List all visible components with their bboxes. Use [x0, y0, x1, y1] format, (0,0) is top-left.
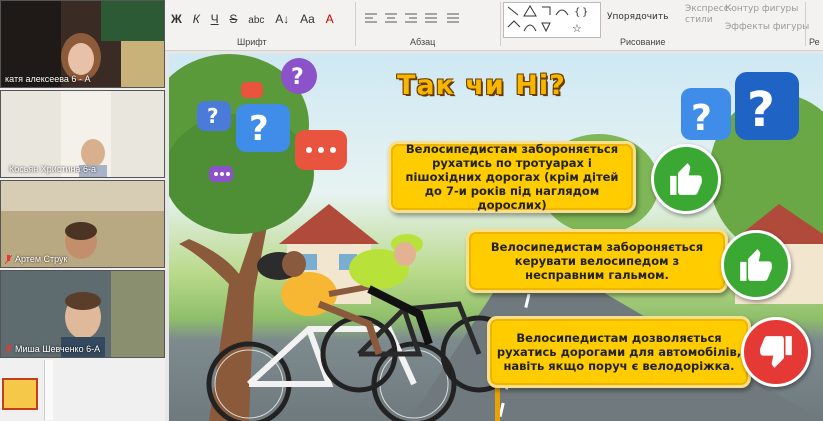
- ribbon: Ж К Ч S abc A↓ Aa A Шрифт Абзац {} ☆ Упо…: [165, 0, 823, 51]
- shapes-gallery[interactable]: {} ☆: [503, 2, 601, 38]
- shapes-icon: {} ☆: [507, 5, 588, 35]
- shape-outline-button[interactable]: Контур фигуры: [725, 4, 798, 14]
- svg-text:?: ?: [207, 104, 219, 128]
- shape-outline-label: Контур фигуры: [725, 4, 799, 14]
- svg-text:☆: ☆: [572, 22, 582, 35]
- svg-text:{: {: [574, 7, 580, 18]
- participant-name: Косьян Христина 6-а: [9, 164, 96, 174]
- statement-card[interactable]: Велосипедистам забороняється керувати ве…: [466, 229, 728, 293]
- speech-bubbles-right: ? ?: [681, 72, 799, 140]
- svg-text:?: ?: [291, 65, 304, 90]
- strikethrough-button[interactable]: S: [229, 12, 237, 26]
- participant-tile[interactable]: катя алексеева 6 - А: [0, 0, 165, 88]
- svg-text:?: ?: [691, 98, 712, 139]
- arrange-label: Упорядочить: [607, 12, 669, 22]
- shape-effects-button[interactable]: Эффекты фигуры: [725, 22, 809, 32]
- participant-name: Артем Струк: [15, 254, 68, 264]
- muted-mic-icon: [5, 345, 12, 354]
- divider: [355, 2, 356, 46]
- thumbs-up-icon: [670, 163, 702, 195]
- bold-button[interactable]: Ж: [171, 12, 182, 26]
- participant-tile[interactable]: Косьян Христина 6-а: [0, 90, 165, 178]
- underline-button[interactable]: Ч: [211, 12, 219, 26]
- spacing-button[interactable]: abc: [248, 15, 264, 26]
- statement-text: Велосипедистам забороняється керувати ве…: [490, 240, 704, 282]
- arrange-button[interactable]: Упорядочить: [607, 12, 668, 22]
- align-icons: [365, 13, 459, 23]
- font-toolbar: Ж К Ч S abc A↓ Aa A: [171, 12, 341, 26]
- paragraph-toolbar: [363, 12, 493, 27]
- participant-tile[interactable]: Миша Шевченко 6-А: [0, 270, 165, 358]
- muted-mic-icon: [5, 255, 12, 264]
- group-label-font: Шрифт: [237, 37, 267, 47]
- group-label-paragraph: Абзац: [410, 37, 436, 47]
- change-case-button[interactable]: Aa: [300, 12, 315, 26]
- slide-thumbnail[interactable]: [2, 378, 38, 410]
- italic-button[interactable]: К: [193, 12, 200, 26]
- statement-card[interactable]: Велосипедистам дозволяється рухатись дор…: [487, 316, 751, 388]
- statement-text: Велосипедистам забороняється рухатись по…: [405, 142, 619, 212]
- divider: [805, 2, 806, 46]
- statement-text: Велосипедистам дозволяється рухатись дор…: [496, 331, 742, 373]
- participant-tile[interactable]: Артем Струк: [0, 180, 165, 268]
- slide-canvas[interactable]: ? ? ? ? ? Так чи Ні? Велосипедистам забо…: [169, 54, 823, 421]
- svg-text:}: }: [582, 7, 588, 18]
- svg-text:?: ?: [249, 109, 269, 149]
- thumbs-down-icon[interactable]: [741, 317, 811, 387]
- participant-name: катя алексеева 6 - А: [5, 74, 91, 84]
- scrollbar[interactable]: [44, 360, 53, 420]
- express-styles-button[interactable]: Экспресс-стили: [685, 4, 732, 26]
- shape-effects-label: Эффекты фигуры: [725, 22, 810, 32]
- group-label-drawing: Рисование: [620, 37, 666, 47]
- participants-panel: катя алексеева 6 - А Косьян Христина 6-а…: [0, 0, 165, 421]
- thumbs-down-icon: [760, 336, 792, 368]
- thumbs-up-icon[interactable]: [721, 230, 791, 300]
- participant-name: Миша Шевченко 6-А: [15, 344, 101, 354]
- statement-card[interactable]: Велосипедистам забороняється рухатись по…: [388, 141, 636, 213]
- slide-title: Так чи Ні?: [397, 70, 566, 101]
- character-spacing-button[interactable]: A↓: [275, 12, 289, 26]
- group-label-edit: Ре: [809, 37, 820, 47]
- divider: [500, 2, 501, 46]
- thumbs-up-icon: [740, 249, 772, 281]
- thumbs-up-icon[interactable]: [651, 144, 721, 214]
- font-color-button[interactable]: A: [326, 12, 334, 26]
- svg-text:?: ?: [747, 82, 775, 138]
